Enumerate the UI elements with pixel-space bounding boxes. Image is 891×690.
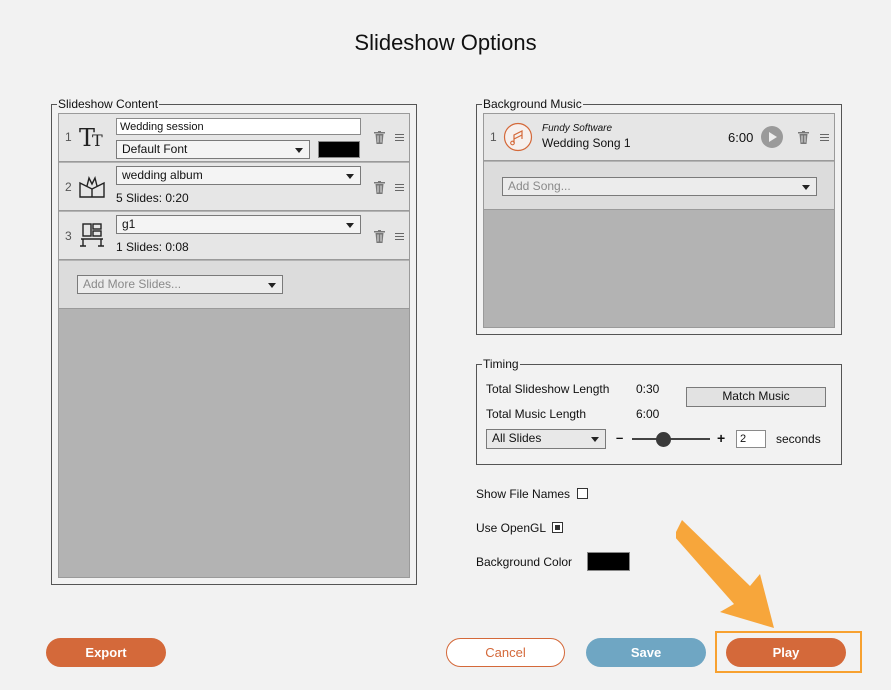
row-number: 3 xyxy=(65,229,72,243)
chevron-down-icon xyxy=(268,283,276,288)
font-select[interactable]: Default Font xyxy=(116,140,310,159)
play-song-icon[interactable] xyxy=(761,126,783,148)
use-opengl-label: Use OpenGL xyxy=(476,521,547,535)
font-select-value: Default Font xyxy=(122,142,188,156)
timing-legend: Timing xyxy=(483,357,519,371)
trash-icon[interactable] xyxy=(374,131,385,144)
page-title: Slideshow Options xyxy=(354,30,537,55)
add-song-select[interactable]: Add Song... xyxy=(502,177,817,196)
slide-group-value: wedding album xyxy=(122,168,203,182)
pointer-arrow-icon xyxy=(676,520,774,628)
match-music-button[interactable]: Match Music xyxy=(686,387,826,407)
title-text-field[interactable]: Wedding session xyxy=(116,118,361,135)
seconds-label: seconds xyxy=(776,432,821,446)
timing-scope-value: All Slides xyxy=(492,431,542,445)
slide-group-select[interactable]: g1 xyxy=(116,215,361,234)
chevron-down-icon xyxy=(346,223,354,228)
row-number: 1 xyxy=(65,130,72,144)
layout-icon xyxy=(79,222,105,248)
use-opengl-checkbox[interactable] xyxy=(552,522,563,533)
slide-group-value: g1 xyxy=(122,217,136,231)
slideshow-content-legend: Slideshow Content xyxy=(58,97,159,111)
seconds-input[interactable]: 2 xyxy=(736,430,766,448)
trash-icon[interactable] xyxy=(374,181,385,194)
show-file-names-label: Show File Names xyxy=(476,487,571,501)
title-color-swatch[interactable] xyxy=(318,141,360,158)
show-file-names-checkbox[interactable] xyxy=(577,488,588,499)
total-music-label: Total Music Length xyxy=(486,407,587,421)
album-icon xyxy=(78,175,106,199)
export-button[interactable]: Export xyxy=(46,638,166,667)
slider-plus-button[interactable]: + xyxy=(717,430,725,446)
add-more-slides-placeholder: Add More Slides... xyxy=(83,277,182,291)
duration-slider[interactable] xyxy=(632,429,710,449)
drag-handle-icon[interactable] xyxy=(395,184,404,191)
total-slideshow-label: Total Slideshow Length xyxy=(486,382,610,396)
row-number: 2 xyxy=(65,180,72,194)
music-list: 1 Fundy Software Wedding Song 1 6:00 Add… xyxy=(483,113,835,328)
background-color-swatch[interactable] xyxy=(587,552,630,571)
svg-text:T: T xyxy=(92,131,103,150)
slide-group-row[interactable]: 2 wedding album 5 Slides: 0:20 xyxy=(59,163,409,211)
slider-thumb[interactable] xyxy=(656,432,671,447)
slide-group-select[interactable]: wedding album xyxy=(116,166,361,185)
slide-group-row[interactable]: 3 g1 1 Slides: 0:08 xyxy=(59,212,409,260)
add-song-row: Add Song... xyxy=(484,162,834,210)
slider-track xyxy=(632,438,710,440)
song-row[interactable]: 1 Fundy Software Wedding Song 1 6:00 xyxy=(484,114,834,161)
drag-handle-icon[interactable] xyxy=(395,233,404,240)
text-style-icon: T T xyxy=(78,124,108,152)
slide-group-info: 5 Slides: 0:20 xyxy=(116,191,189,205)
add-slides-row: Add More Slides... xyxy=(59,261,409,309)
music-note-icon xyxy=(503,122,533,152)
add-more-slides-select[interactable]: Add More Slides... xyxy=(77,275,283,294)
trash-icon[interactable] xyxy=(798,131,809,144)
slide-group-info: 1 Slides: 0:08 xyxy=(116,240,189,254)
chevron-down-icon xyxy=(591,437,599,442)
song-artist: Fundy Software xyxy=(542,123,613,134)
background-color-label: Background Color xyxy=(476,555,573,569)
chevron-down-icon xyxy=(295,148,303,153)
slider-minus-button[interactable]: – xyxy=(616,430,623,445)
cancel-button[interactable]: Cancel xyxy=(446,638,565,667)
drag-handle-icon[interactable] xyxy=(395,134,404,141)
slideshow-content-list: 1 T T Wedding session Default Font 2 wed… xyxy=(58,113,410,578)
save-button[interactable]: Save xyxy=(586,638,706,667)
drag-handle-icon[interactable] xyxy=(820,134,829,141)
title-slide-row[interactable]: 1 T T Wedding session Default Font xyxy=(59,114,409,162)
trash-icon[interactable] xyxy=(374,230,385,243)
row-number: 1 xyxy=(490,130,497,144)
background-music-legend: Background Music xyxy=(483,97,582,111)
chevron-down-icon xyxy=(802,185,810,190)
song-duration: 6:00 xyxy=(728,130,754,145)
song-title: Wedding Song 1 xyxy=(542,136,631,150)
add-song-placeholder: Add Song... xyxy=(508,179,571,193)
total-music-value: 6:00 xyxy=(636,407,660,421)
timing-scope-select[interactable]: All Slides xyxy=(486,429,606,449)
total-slideshow-value: 0:30 xyxy=(636,382,660,396)
play-button[interactable]: Play xyxy=(726,638,846,667)
chevron-down-icon xyxy=(346,174,354,179)
